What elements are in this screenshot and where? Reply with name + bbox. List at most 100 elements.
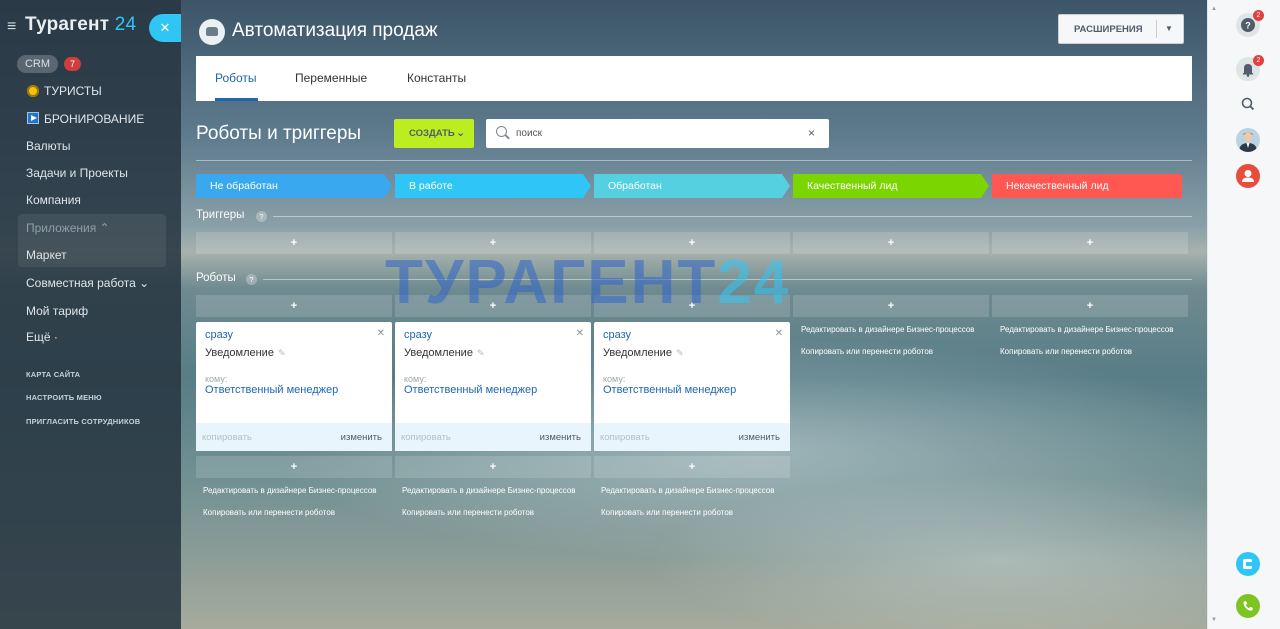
add-robot-button[interactable]: +: [594, 456, 790, 478]
create-label: СОЗДАТЬ: [409, 128, 455, 139]
open-lines-button[interactable]: [1236, 552, 1260, 576]
copy-link[interactable]: копировать: [202, 432, 252, 443]
copy-move-link[interactable]: Копировать или перенести роботов: [601, 508, 733, 517]
robot-delay-link[interactable]: сразу: [603, 329, 631, 341]
stage-arrow: [782, 174, 790, 198]
search-icon: [1241, 97, 1255, 111]
burger-menu-icon[interactable]: ≡: [7, 18, 16, 36]
robot-recipient[interactable]: Ответственный менеджер: [603, 384, 736, 396]
pencil-icon[interactable]: ✎: [477, 348, 485, 359]
watermark-logo: ТУРАГЕНТ24: [385, 248, 791, 317]
edit-designer-link[interactable]: Редактировать в дизайнере Бизнес-процесс…: [203, 486, 377, 495]
add-trigger-button[interactable]: +: [793, 232, 989, 254]
close-icon[interactable]: ✕: [576, 328, 584, 339]
stage-label: Не обработан: [210, 180, 278, 192]
menu-item-company[interactable]: Компания: [26, 193, 81, 207]
robot-delay-link[interactable]: сразу: [205, 329, 233, 341]
stage-label: Качественный лид: [807, 180, 898, 192]
menu-item-more[interactable]: Ещё ·: [26, 330, 58, 344]
edit-designer-link[interactable]: Редактировать в дизайнере Бизнес-процесс…: [801, 325, 975, 334]
close-icon[interactable]: ✕: [377, 328, 385, 339]
close-icon[interactable]: ✕: [775, 328, 783, 339]
phone-button[interactable]: [1236, 594, 1260, 618]
help-badge: 2: [1253, 10, 1264, 21]
copy-move-link[interactable]: Копировать или перенести роботов: [203, 508, 335, 517]
copy-link[interactable]: копировать: [401, 432, 451, 443]
sun-icon: [27, 85, 39, 97]
tab-robots[interactable]: Роботы: [215, 71, 257, 85]
copy-move-link[interactable]: Копировать или перенести роботов: [402, 508, 534, 517]
close-icon: ✕: [159, 20, 171, 35]
pencil-icon[interactable]: ✎: [278, 348, 286, 359]
extensions-button[interactable]: РАСШИРЕНИЯ ▼: [1058, 14, 1184, 44]
change-link[interactable]: изменить: [739, 432, 780, 443]
add-trigger-button[interactable]: +: [992, 232, 1188, 254]
scroll-up-icon[interactable]: ▲: [1211, 6, 1217, 12]
search-input[interactable]: [516, 125, 786, 142]
edit-designer-link[interactable]: Редактировать в дизайнере Бизнес-процесс…: [601, 486, 775, 495]
robot-recipient[interactable]: Ответственный менеджер: [404, 384, 537, 396]
add-robot-button[interactable]: +: [793, 295, 989, 317]
left-menu: ≡ Турагент 24 CRM 7 ТУРИСТЫ БРОНИРОВАНИЕ…: [0, 0, 181, 629]
robot-card[interactable]: сразу ✕ Уведомление ✎ кому: Ответственны…: [196, 322, 392, 451]
stage-bad-lead[interactable]: Некачественный лид: [992, 174, 1182, 198]
robot-name: Уведомление: [603, 347, 672, 359]
help-icon[interactable]: ?: [256, 211, 267, 222]
stage-label: Обработан: [608, 180, 662, 192]
clear-icon[interactable]: ×: [808, 126, 815, 140]
menu-item-tariff[interactable]: Мой тариф: [26, 304, 88, 318]
divider: [1156, 20, 1157, 38]
edit-designer-link[interactable]: Редактировать в дизайнере Бизнес-процесс…: [402, 486, 576, 495]
change-link[interactable]: изменить: [540, 432, 581, 443]
menu-item-collab[interactable]: Совместная работа ⌄: [26, 276, 149, 290]
robot-card-footer: копировать изменить: [594, 423, 790, 451]
search-button[interactable]: [1236, 92, 1260, 116]
stage-arrow: [583, 174, 591, 198]
change-link[interactable]: изменить: [341, 432, 382, 443]
menu-crm[interactable]: CRM: [17, 55, 58, 73]
menu-configure[interactable]: НАСТРОИТЬ МЕНЮ: [26, 393, 102, 402]
svg-text:?: ?: [1245, 21, 1251, 31]
avatar[interactable]: [1236, 128, 1260, 152]
robot-delay-link[interactable]: сразу: [404, 329, 432, 341]
add-robot-button[interactable]: +: [395, 456, 591, 478]
robot-recipient[interactable]: Ответственный менеджер: [205, 384, 338, 396]
search-box: ×: [486, 119, 829, 148]
app-logo[interactable]: Турагент 24: [25, 14, 136, 36]
create-button[interactable]: СОЗДАТЬ ⌄: [394, 119, 474, 148]
page-title: Автоматизация продаж: [232, 20, 438, 41]
menu-item-booking[interactable]: БРОНИРОВАНИЕ: [44, 112, 144, 126]
add-robot-button[interactable]: +: [196, 456, 392, 478]
menu-invite[interactable]: ПРИГЛАСИТЬ СОТРУДНИКОВ: [26, 417, 140, 426]
robot-card[interactable]: сразу ✕ Уведомление ✎ кому: Ответственны…: [395, 322, 591, 451]
menu-sitemap[interactable]: КАРТА САЙТА: [26, 370, 80, 379]
notifications-badge: 2: [1253, 55, 1264, 66]
add-robot-button[interactable]: +: [992, 295, 1188, 317]
copy-move-link[interactable]: Копировать или перенести роботов: [1000, 347, 1132, 356]
stage-not-processed[interactable]: Не обработан: [196, 174, 392, 198]
menu-item-apps[interactable]: Приложения ⌃: [26, 221, 110, 235]
help-icon[interactable]: ?: [246, 274, 257, 285]
robot-card-footer: копировать изменить: [395, 423, 591, 451]
robot-card[interactable]: сразу ✕ Уведомление ✎ кому: Ответственны…: [594, 322, 790, 451]
add-robot-button[interactable]: +: [196, 295, 392, 317]
section-title: Роботы и триггеры: [196, 123, 362, 144]
edit-designer-link[interactable]: Редактировать в дизайнере Бизнес-процесс…: [1000, 325, 1174, 334]
tab-variables[interactable]: Переменные: [295, 71, 367, 85]
menu-item-market[interactable]: Маркет: [26, 248, 67, 262]
pencil-icon[interactable]: ✎: [676, 348, 684, 359]
user-profile-button[interactable]: [1236, 164, 1260, 188]
tab-constants[interactable]: Константы: [407, 71, 466, 85]
scroll-down-icon[interactable]: ▼: [1211, 617, 1217, 623]
copy-link[interactable]: копировать: [600, 432, 650, 443]
stage-quality-lead[interactable]: Качественный лид: [793, 174, 989, 198]
add-trigger-button[interactable]: +: [196, 232, 392, 254]
copy-move-link[interactable]: Копировать или перенести роботов: [801, 347, 933, 356]
menu-item-currencies[interactable]: Валюты: [26, 139, 71, 153]
menu-item-tourists[interactable]: ТУРИСТЫ: [44, 84, 102, 98]
stage-processed[interactable]: Обработан: [594, 174, 790, 198]
chevron-down-icon[interactable]: ▼: [1165, 24, 1173, 33]
stage-in-progress[interactable]: В работе: [395, 174, 591, 198]
menu-item-tasks[interactable]: Задачи и Проекты: [26, 166, 128, 180]
close-menu-button[interactable]: ✕: [149, 14, 181, 42]
